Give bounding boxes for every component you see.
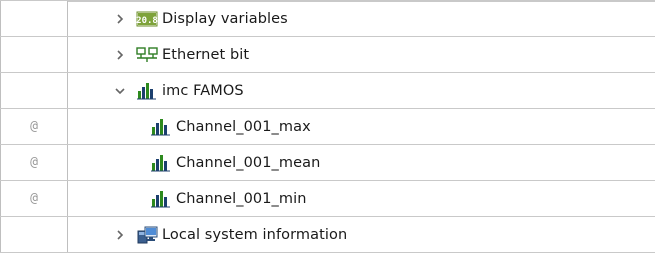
tree-row-channel-001-mean[interactable]: @ Channel_001_mean xyxy=(0,145,655,181)
svg-text:20.8: 20.8 xyxy=(136,16,158,26)
chevron-right-icon[interactable] xyxy=(114,49,126,61)
row-cell-channel-001-min[interactable]: @ xyxy=(0,181,68,216)
row-label-local-system-information: Local system information xyxy=(162,226,348,243)
famos-icon xyxy=(151,190,170,207)
row-label-display-variables: Display variables xyxy=(162,10,288,27)
chevron-down-icon[interactable] xyxy=(114,85,126,97)
famos-icon xyxy=(137,82,156,99)
row-cell-display-variables[interactable] xyxy=(0,1,68,36)
computer-icon xyxy=(137,226,158,243)
row-cell-channel-001-mean[interactable]: @ xyxy=(0,145,68,180)
row-label-channel-001-min: Channel_001_min xyxy=(176,190,307,207)
row-cell-local-system-information[interactable] xyxy=(0,217,68,252)
tree-row-local-system-information[interactable]: Local system information xyxy=(0,217,655,253)
tree-row-ethernet-bit[interactable]: Ethernet bit xyxy=(0,37,655,73)
row-cell-imc-famos[interactable] xyxy=(0,73,68,108)
tree-row-channel-001-min[interactable]: @ Channel_001_min xyxy=(0,181,655,217)
row-cell-ethernet-bit[interactable] xyxy=(0,37,68,72)
row-label-imc-famos: imc FAMOS xyxy=(162,82,244,99)
row-label-channel-001-max: Channel_001_max xyxy=(176,118,311,135)
chevron-right-icon[interactable] xyxy=(114,13,126,25)
row-label-channel-001-mean: Channel_001_mean xyxy=(176,154,321,171)
chevron-right-icon[interactable] xyxy=(114,229,126,241)
row-cell-channel-001-max[interactable]: @ xyxy=(0,109,68,144)
tree-row-imc-famos[interactable]: imc FAMOS xyxy=(0,73,655,109)
famos-icon xyxy=(151,154,170,171)
channel-tree: 20.8 Display variables Ethernet bit imc … xyxy=(0,0,655,253)
tree-row-channel-001-max[interactable]: @ Channel_001_max xyxy=(0,109,655,145)
ethernet-icon xyxy=(136,46,158,62)
display-variables-icon: 20.8 xyxy=(136,11,158,26)
row-label-ethernet-bit: Ethernet bit xyxy=(162,46,250,63)
famos-icon xyxy=(151,118,170,135)
tree-row-display-variables[interactable]: 20.8 Display variables xyxy=(0,1,655,37)
